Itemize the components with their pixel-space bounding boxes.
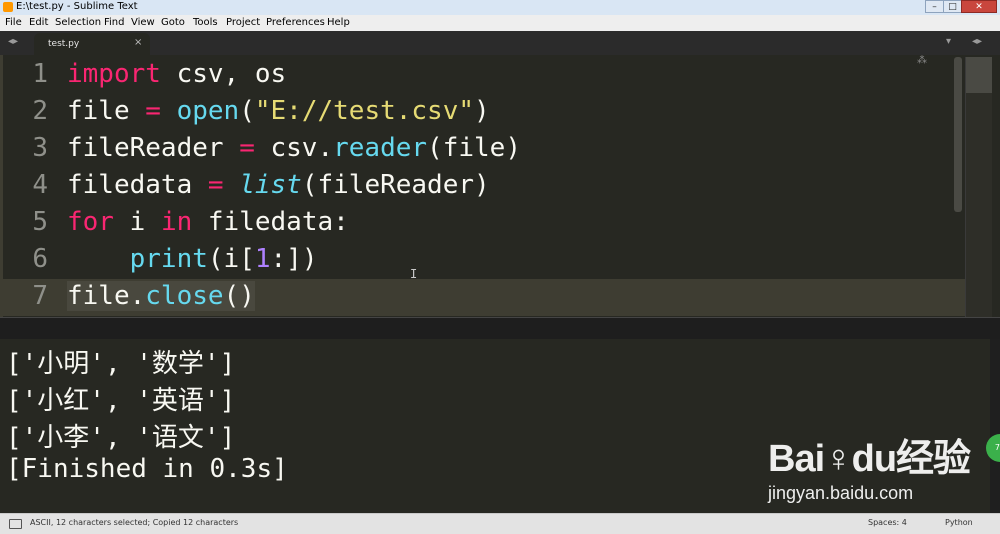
line-number: 7 — [32, 281, 48, 311]
code-token: = — [239, 133, 255, 163]
menu-help[interactable]: Help — [327, 17, 350, 28]
code-token: "E://test.csv" — [254, 96, 475, 126]
mouse-ibeam-cursor-icon: I — [410, 267, 418, 281]
code-text[interactable]: fileReader = csv.reader(file) — [67, 133, 521, 163]
code-token: ( — [239, 96, 255, 126]
baidu-jingyan-watermark: Bai♀du经验 jingyan.baidu.com — [768, 427, 978, 509]
minimap[interactable] — [965, 57, 992, 317]
fold-icon[interactable]: ⁂ — [917, 55, 927, 66]
maximize-button[interactable]: □ — [943, 0, 962, 13]
code-token: file. — [67, 281, 146, 311]
code-token: i — [113, 207, 161, 237]
line-number: 1 — [32, 59, 48, 89]
code-token: list — [239, 170, 302, 200]
code-token: in — [160, 207, 193, 237]
menu-selection[interactable]: Selection — [55, 17, 101, 28]
code-token: (fileReader) — [301, 170, 490, 200]
code-token: close — [145, 281, 224, 311]
code-token: (i[ — [207, 244, 255, 274]
code-token: (file) — [427, 133, 521, 163]
code-text[interactable]: filedata = list(fileReader) — [67, 170, 490, 200]
code-token: reader — [333, 133, 428, 163]
tab-dropdown-icon[interactable]: ▾ — [946, 36, 951, 47]
code-token: () — [223, 281, 255, 311]
code-text[interactable]: import csv, os — [67, 59, 286, 89]
menu-view[interactable]: View — [131, 17, 155, 28]
watermark-logo: Bai♀du经验 — [768, 438, 971, 480]
minimap-viewport[interactable] — [966, 57, 992, 93]
output-line: ['小明', '数学'] — [6, 349, 236, 379]
line-number: 6 — [32, 244, 48, 274]
indentation-setting[interactable]: Spaces: 4 — [868, 518, 907, 527]
line-number: 4 — [32, 170, 48, 200]
code-token: print — [129, 244, 208, 274]
code-token: = — [207, 170, 224, 200]
status-message: ASCII, 12 characters selected; Copied 12… — [30, 518, 239, 527]
code-token: csv, os — [160, 59, 287, 89]
tab-bar: ◂▸ test.py × ▾ ◂▸ — [0, 31, 1000, 55]
code-token: file — [67, 96, 146, 126]
menu-goto[interactable]: Goto — [161, 17, 185, 28]
output-line: [Finished in 0.3s] — [6, 454, 288, 484]
code-line[interactable]: 1 import csv, os — [0, 57, 990, 94]
window-title: E:\test.py - Sublime Text — [16, 1, 138, 12]
current-code-line[interactable]: 7 file.close() — [0, 279, 990, 316]
code-token: for — [67, 207, 114, 237]
code-token: filedata: — [192, 207, 349, 237]
code-text[interactable]: file = open("E://test.csv") — [67, 96, 490, 126]
watermark-url: jingyan.baidu.com — [768, 483, 914, 503]
tab-nav-left-icon[interactable]: ◂▸ — [8, 36, 18, 47]
tab-label: test.py — [48, 39, 80, 49]
tab-test-py[interactable]: test.py × — [34, 33, 150, 55]
code-token: import — [67, 59, 161, 89]
menu-find[interactable]: Find — [104, 17, 125, 28]
code-line[interactable]: 3 fileReader = csv.reader(file) — [0, 131, 990, 168]
title-bar: E:\test.py - Sublime Text – □ ✕ — [0, 0, 1000, 16]
code-line[interactable]: 5 for i in filedata: — [0, 205, 990, 242]
close-button[interactable]: ✕ — [961, 0, 997, 13]
tab-nav-right-icon[interactable]: ◂▸ — [972, 36, 982, 47]
code-token: csv. — [254, 133, 334, 163]
line-number: 5 — [32, 207, 48, 237]
menu-edit[interactable]: Edit — [29, 17, 48, 28]
code-token: = — [145, 96, 161, 126]
code-token: filedata — [67, 170, 208, 200]
output-line: ['小李', '语文'] — [6, 423, 236, 453]
code-token: 1 — [254, 244, 271, 274]
code-text[interactable]: print(i[1:]) — [67, 244, 318, 274]
code-line[interactable]: 6 print(i[1:]) — [0, 242, 990, 279]
tab-close-icon[interactable]: × — [134, 37, 142, 48]
code-line[interactable]: 4 filedata = list(fileReader) — [0, 168, 990, 205]
code-line[interactable]: 2 file = open("E://test.csv") — [0, 94, 990, 131]
code-token: open — [176, 96, 240, 126]
line-number: 2 — [32, 96, 48, 126]
code-token: fileReader — [67, 133, 240, 163]
menu-project[interactable]: Project — [226, 17, 260, 28]
menu-file[interactable]: File — [5, 17, 22, 28]
code-token: :]) — [270, 244, 318, 274]
minimize-button[interactable]: – — [925, 0, 944, 13]
code-text[interactable]: for i in filedata: — [67, 207, 349, 237]
status-bar: ASCII, 12 characters selected; Copied 12… — [0, 513, 1000, 534]
editor-scrollbar[interactable] — [954, 57, 962, 212]
menu-tools[interactable]: Tools — [193, 17, 218, 28]
menu-preferences[interactable]: Preferences — [266, 17, 325, 28]
code-editor[interactable]: 1 import csv, os 2 file = open("E://test… — [0, 55, 1000, 317]
sublime-app-icon — [3, 2, 13, 12]
menu-bar: File Edit Selection Find View Goto Tools… — [0, 15, 1000, 32]
code-text[interactable]: file.close() — [67, 281, 255, 311]
output-scrollbar[interactable] — [990, 339, 1000, 513]
output-line: ['小红', '英语'] — [6, 386, 236, 416]
console-icon[interactable] — [9, 519, 22, 529]
panel-divider[interactable] — [0, 317, 1000, 340]
line-number: 3 — [32, 133, 48, 163]
code-token: ) — [474, 96, 490, 126]
syntax-setting[interactable]: Python — [945, 518, 973, 527]
